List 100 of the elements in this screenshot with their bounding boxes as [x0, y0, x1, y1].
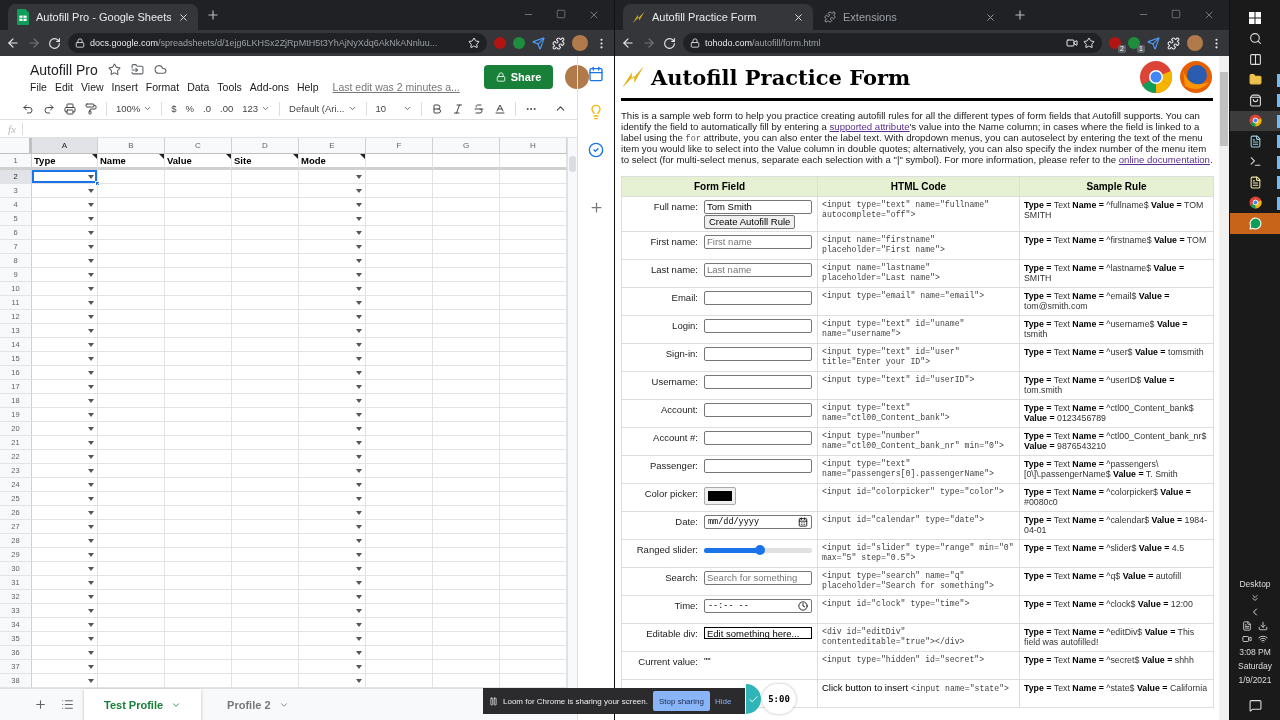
sheet-cell[interactable]: [32, 352, 98, 366]
dropdown-caret-icon[interactable]: [88, 636, 94, 641]
sheet-cell[interactable]: [232, 184, 299, 198]
dropdown-caret-icon[interactable]: [356, 482, 362, 487]
dropdown-caret-icon[interactable]: [356, 188, 362, 193]
dropdown-caret-icon[interactable]: [88, 552, 94, 557]
dropdown-caret-icon[interactable]: [356, 342, 362, 347]
sheet-cell[interactable]: [366, 478, 433, 492]
selected-cell[interactable]: [32, 170, 98, 184]
dropdown-caret-icon[interactable]: [356, 664, 362, 669]
sheet-cell[interactable]: [232, 296, 299, 310]
sheet-cell[interactable]: [299, 394, 366, 408]
sheet-cell[interactable]: [366, 660, 433, 674]
sheet-cell[interactable]: [98, 464, 165, 478]
sheet-cell[interactable]: [165, 450, 232, 464]
text-field[interactable]: [704, 291, 812, 305]
profile-avatar[interactable]: [565, 65, 590, 89]
sheet-cell[interactable]: [98, 492, 165, 506]
create-rule-button[interactable]: Create Autofill Rule: [704, 215, 796, 229]
sheet-cell[interactable]: [433, 618, 500, 632]
sheet-cell[interactable]: [32, 324, 98, 338]
sheet-cell[interactable]: [299, 576, 366, 590]
address-field[interactable]: docs.google.com/spreadsheets/d/1ejg6LKHSx2ZjRpMtH5t3YhAjNyXdq6AkNkANnluu...: [68, 33, 487, 53]
sheet-cell[interactable]: [366, 154, 433, 170]
bookmark-star-icon[interactable]: [468, 37, 480, 49]
sheet-cell[interactable]: [32, 478, 98, 492]
dropdown-caret-icon[interactable]: [88, 524, 94, 529]
text-field[interactable]: [704, 459, 812, 473]
sheet-cell[interactable]: [98, 604, 165, 618]
sheet-cell[interactable]: [165, 352, 232, 366]
sheet-cell[interactable]: [433, 478, 500, 492]
share-button[interactable]: Share: [483, 65, 554, 89]
sheet-cell[interactable]: [299, 590, 366, 604]
number-format-dropdown[interactable]: 123: [242, 103, 271, 114]
sheet-cell[interactable]: [32, 604, 98, 618]
dropdown-caret-icon[interactable]: [88, 174, 94, 179]
stop-sharing-button[interactable]: Stop sharing: [652, 691, 710, 711]
sheet-cell[interactable]: [165, 408, 232, 422]
dropdown-caret-icon[interactable]: [88, 272, 94, 277]
close-icon[interactable]: [985, 11, 996, 23]
terminal-icon[interactable]: [1248, 155, 1262, 169]
sheet-cell[interactable]: [433, 632, 500, 646]
dropdown-caret-icon[interactable]: [356, 426, 362, 431]
sheet-cell[interactable]: [433, 604, 500, 618]
lightbulb-icon[interactable]: [588, 104, 604, 120]
sheet-cell[interactable]: [165, 366, 232, 380]
maximize-icon[interactable]: [556, 9, 566, 19]
column-header[interactable]: C: [165, 138, 232, 154]
sheet-cell[interactable]: [32, 548, 98, 562]
reload-icon[interactable]: [48, 36, 61, 50]
sheet-cell[interactable]: [299, 492, 366, 506]
star-icon[interactable]: [107, 63, 121, 76]
sheet-cell[interactable]: [165, 380, 232, 394]
dropdown-caret-icon[interactable]: [88, 286, 94, 291]
sheet-cell[interactable]: [98, 422, 165, 436]
hide-link[interactable]: Hide: [714, 696, 732, 706]
sheet-cell[interactable]: [98, 408, 165, 422]
document-icon[interactable]: [1242, 621, 1252, 631]
clock-time[interactable]: 3:08 PM: [1239, 647, 1271, 658]
sheet-cell[interactable]: [98, 394, 165, 408]
dropdown-caret-icon[interactable]: [356, 594, 362, 599]
decrease-decimals-button[interactable]: .0: [203, 103, 211, 114]
sheet-cell[interactable]: [366, 506, 433, 520]
sheet-cell[interactable]: [433, 268, 500, 282]
sheet-cell[interactable]: [98, 268, 165, 282]
italic-icon[interactable]: [452, 102, 465, 115]
sheet-cell[interactable]: [433, 590, 500, 604]
sheet-cell[interactable]: [98, 590, 165, 604]
sheet-cell[interactable]: [366, 408, 433, 422]
sheet-cell[interactable]: [299, 282, 366, 296]
dropdown-caret-icon[interactable]: [88, 496, 94, 501]
dropdown-caret-icon[interactable]: [88, 664, 94, 669]
sheet-cell[interactable]: [299, 660, 366, 674]
sheet-cell[interactable]: [433, 282, 500, 296]
dropdown-caret-icon[interactable]: [356, 272, 362, 277]
sheet-cell[interactable]: [165, 646, 232, 660]
sheet-cell[interactable]: [232, 562, 299, 576]
sheet-cell[interactable]: [32, 366, 98, 380]
dropdown-caret-icon[interactable]: [88, 454, 94, 459]
wifi-icon[interactable]: [1258, 634, 1268, 644]
chat-icon[interactable]: [1248, 216, 1262, 230]
sheet-cell[interactable]: [165, 212, 232, 226]
sheet-cell[interactable]: [32, 226, 98, 240]
sheet-cell[interactable]: [366, 576, 433, 590]
sheet-cell[interactable]: [98, 282, 165, 296]
sheet-cell[interactable]: [433, 212, 500, 226]
sheet-cell[interactable]: [299, 562, 366, 576]
sheet-cell[interactable]: [32, 198, 98, 212]
text-field[interactable]: First name: [704, 235, 812, 249]
sheet-cell[interactable]: [165, 534, 232, 548]
sheet-cell[interactable]: [366, 240, 433, 254]
sheet-cell[interactable]: [366, 268, 433, 282]
redo-icon[interactable]: [43, 102, 55, 115]
sheet-cell[interactable]: [366, 562, 433, 576]
sheet-cell[interactable]: [98, 548, 165, 562]
sheet-cell[interactable]: [433, 408, 500, 422]
sheet-cell[interactable]: [299, 324, 366, 338]
sheet-cell[interactable]: [232, 450, 299, 464]
dropdown-caret-icon[interactable]: [356, 468, 362, 473]
browser-icon[interactable]: [1248, 196, 1262, 210]
